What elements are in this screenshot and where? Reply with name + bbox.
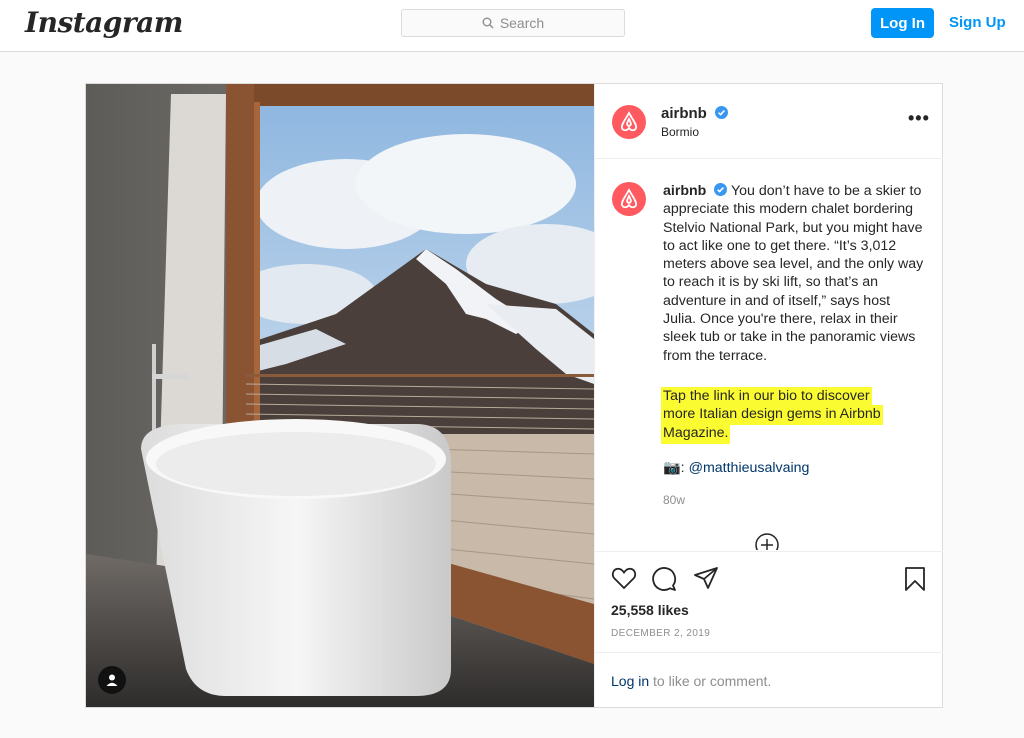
highlighted-cta-text: Tap the link in our bio to discover more… xyxy=(661,387,883,444)
search-placeholder: Search xyxy=(499,15,545,31)
search-icon xyxy=(482,17,494,29)
caption-author[interactable]: airbnb xyxy=(663,183,706,199)
search-input[interactable]: Search xyxy=(401,9,625,37)
post-header: airbnb Bormio ••• xyxy=(595,84,943,159)
airbnb-logo-icon xyxy=(620,188,638,209)
caption-body: You don’t have to be a skier to apprecia… xyxy=(663,183,924,364)
comment-login-link[interactable]: Log in xyxy=(611,673,649,689)
caption-text: airbnb You don’t have to be a skier to a… xyxy=(663,182,925,365)
verified-icon xyxy=(714,183,728,196)
post-photo xyxy=(86,84,594,707)
post-actions: 25,558 likes DECEMBER 2, 2019 xyxy=(595,551,943,641)
bookmark-icon[interactable] xyxy=(903,566,927,597)
avatar[interactable] xyxy=(612,182,646,216)
post-card: airbnb Bormio ••• airbnb You don’t have … xyxy=(85,83,943,708)
photo-credit: 📷: @matthieusalvaing xyxy=(663,460,809,476)
heart-icon[interactable] xyxy=(611,566,637,595)
user-tag-icon[interactable] xyxy=(98,666,126,694)
likes-count[interactable]: 25,558 likes xyxy=(611,602,689,618)
caption-area: airbnb You don’t have to be a skier to a… xyxy=(595,160,943,550)
post-author-name[interactable]: airbnb xyxy=(661,105,707,122)
share-icon[interactable] xyxy=(693,566,719,595)
plus-circle-icon[interactable] xyxy=(754,532,780,550)
avatar[interactable] xyxy=(612,105,646,139)
login-button[interactable]: Log In xyxy=(871,8,934,38)
signup-link[interactable]: Sign Up xyxy=(949,14,1006,31)
camera-icon: 📷: xyxy=(663,460,685,476)
comment-icon[interactable] xyxy=(651,566,677,597)
top-navigation-bar: Instagram Search Log In Sign Up xyxy=(0,0,1024,52)
photo-scene xyxy=(86,84,594,707)
instagram-logo[interactable]: Instagram xyxy=(25,6,183,39)
post-location[interactable]: Bormio xyxy=(661,125,699,139)
verified-icon xyxy=(715,106,729,119)
airbnb-logo-icon xyxy=(620,111,638,132)
comment-bar: Log in to like or comment. xyxy=(595,652,943,707)
comment-prompt-text: to like or comment. xyxy=(649,673,772,689)
credit-handle-link[interactable]: @matthieusalvaing xyxy=(689,460,810,476)
caption-timestamp: 80w xyxy=(663,493,686,507)
post-author[interactable]: airbnb xyxy=(661,105,729,122)
caption-cta: Tap the link in our bio to discover more… xyxy=(661,387,901,444)
post-side-panel: airbnb Bormio ••• airbnb You don’t have … xyxy=(594,84,943,707)
more-icon[interactable]: ••• xyxy=(908,108,930,129)
post-date: DECEMBER 2, 2019 xyxy=(611,628,711,639)
